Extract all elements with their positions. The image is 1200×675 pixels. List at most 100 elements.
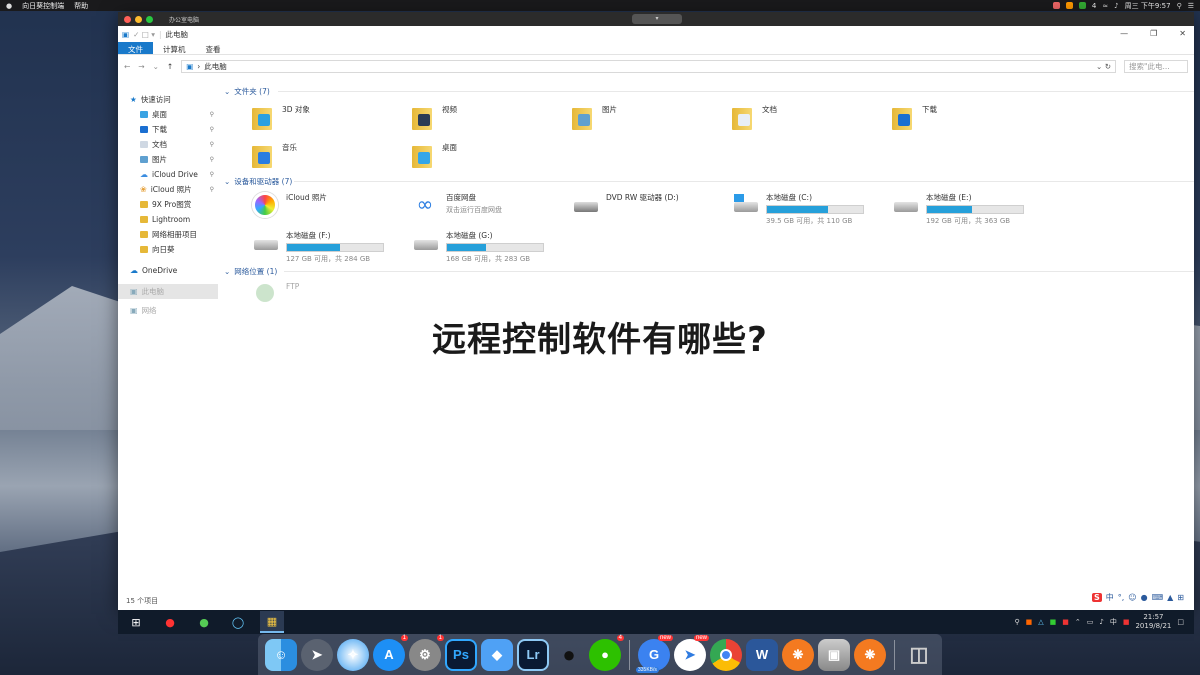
qq-taskbar-icon[interactable]: ●	[158, 611, 182, 633]
chrome-icon[interactable]	[710, 638, 742, 671]
tray-app-icon[interactable]	[1065, 2, 1073, 9]
nav-quick-access[interactable]: ★ 快速访问	[118, 92, 218, 107]
chevron-up-icon[interactable]: ⌃	[1075, 618, 1081, 626]
menubar-clock[interactable]: 周三 下午9:57	[1125, 1, 1171, 11]
folder-3d-objects[interactable]: 3D 对象	[252, 98, 412, 136]
drive-g[interactable]: 本地磁盘 (G:) 168 GB 可用，共 283 GB	[412, 226, 572, 264]
safari-icon[interactable]: ✧	[337, 638, 369, 671]
tray-app-icon[interactable]: ■	[1050, 618, 1057, 626]
icloud-photos-item[interactable]: iCloud 照片	[252, 188, 412, 226]
ime-toolbar[interactable]: S 中 °, ☺ ● ⌨ ▲ ⊞	[1087, 590, 1188, 605]
folder-pictures[interactable]: 图片	[572, 98, 732, 136]
network-monitor-icon[interactable]: Gnew 335KB/s	[636, 634, 673, 673]
tray-app-icon[interactable]: ■	[1062, 618, 1069, 626]
sunflower-control-icon[interactable]: ❋	[854, 638, 886, 671]
breadcrumb-separator-icon[interactable]: ›	[197, 62, 200, 71]
eraser-app-icon[interactable]: ◆	[481, 638, 513, 671]
trash-icon[interactable]: ◫	[903, 639, 935, 671]
toolbar-dropdown-button[interactable]: ▾	[632, 14, 682, 24]
folder-videos[interactable]: 视频	[412, 98, 572, 136]
pin-icon[interactable]: ⚲	[210, 171, 214, 178]
forward-icon[interactable]: →	[138, 62, 144, 71]
taskbar-clock[interactable]: 21:57 2019/8/21	[1135, 613, 1171, 631]
menu-app-name[interactable]: 向日葵控制端	[22, 1, 64, 11]
close-button[interactable]	[124, 15, 131, 23]
messenger-icon[interactable]: ➤ new	[674, 634, 709, 671]
volume-icon[interactable]: ♪	[1114, 2, 1118, 10]
tray-app-icon[interactable]: ■	[1026, 618, 1033, 626]
nav-item-documents[interactable]: 文档 ⚲	[118, 137, 218, 152]
ime-language[interactable]: 中	[1110, 617, 1117, 627]
pin-icon[interactable]: ⚲	[210, 111, 214, 118]
nav-item-desktop[interactable]: 桌面 ⚲	[118, 107, 218, 122]
maximize-icon[interactable]: ❐	[1150, 29, 1157, 38]
menu-help[interactable]: 帮助	[74, 1, 88, 11]
tab-file[interactable]: 文件	[118, 42, 153, 54]
group-header-folders[interactable]: ⌄ 文件夹 (7)	[222, 84, 1194, 98]
nav-item-folder[interactable]: Lightroom	[118, 212, 218, 227]
up-icon[interactable]: ↑	[167, 62, 173, 71]
wifi-icon[interactable]: ≈	[1102, 2, 1108, 10]
nav-onedrive[interactable]: ☁ OneDrive	[118, 263, 218, 278]
qq-icon[interactable]: ●	[553, 639, 585, 671]
dvd-drive-item[interactable]: DVD RW 驱动器 (D:)	[572, 188, 732, 226]
finder-icon[interactable]: ☺	[265, 638, 297, 671]
pin-icon[interactable]: ⚲	[210, 126, 214, 133]
drive-c[interactable]: 本地磁盘 (C:) 39.5 GB 可用，共 110 GB	[732, 188, 892, 226]
browser-taskbar-icon[interactable]: ◯	[226, 611, 250, 633]
sunflower-remote-icon[interactable]: ❋	[782, 638, 814, 671]
quick-access-toolbar[interactable]: ✓ □ ▾	[133, 30, 155, 39]
nav-item-downloads[interactable]: 下载 ⚲	[118, 122, 218, 137]
tab-view[interactable]: 查看	[196, 42, 231, 54]
installer-icon[interactable]: ▣	[818, 638, 850, 671]
mac-window-titlebar[interactable]: 办公室电脑 ▾	[118, 12, 1194, 26]
zoom-button[interactable]	[146, 15, 153, 23]
lightroom-icon[interactable]: Lr	[517, 638, 549, 671]
pin-icon[interactable]: ⚲	[210, 186, 214, 193]
nav-item-folder[interactable]: 向日葵	[118, 242, 218, 257]
photoshop-icon[interactable]: Ps	[445, 638, 477, 671]
drive-e[interactable]: 本地磁盘 (E:) 192 GB 可用，共 363 GB	[892, 188, 1052, 226]
nav-item-pictures[interactable]: 图片 ⚲	[118, 152, 218, 167]
pin-icon[interactable]: ⚲	[210, 141, 214, 148]
wechat-taskbar-icon[interactable]: ●	[192, 611, 216, 633]
sogou-icon[interactable]: ■	[1123, 618, 1130, 626]
file-explorer-taskbar-icon[interactable]: ▦	[260, 611, 284, 633]
folder-documents[interactable]: 文档	[732, 98, 892, 136]
refresh-icon[interactable]: ⌄ ↻	[1096, 62, 1111, 71]
apple-icon[interactable]: ●	[6, 2, 12, 10]
back-icon[interactable]: ←	[124, 62, 130, 71]
folder-music[interactable]: 音乐	[252, 136, 412, 174]
ftp-location[interactable]: FTP	[252, 278, 412, 316]
group-header-network[interactable]: ⌄ 网络位置 (1)	[222, 264, 1194, 278]
nav-this-pc[interactable]: ▣ 此电脑	[118, 284, 218, 299]
recent-dropdown-icon[interactable]: ⌄	[153, 62, 159, 71]
wechat-icon[interactable]: ● 4	[589, 634, 624, 671]
app-store-icon[interactable]: A1	[373, 634, 408, 671]
breadcrumb-this-pc[interactable]: 此电脑	[204, 61, 227, 72]
search-icon[interactable]: ⚲	[1177, 2, 1182, 10]
nav-item-folder[interactable]: 网络相册项目	[118, 227, 218, 242]
volume-icon[interactable]: ♪	[1099, 618, 1103, 626]
network-icon[interactable]: ▭	[1087, 618, 1094, 626]
search-input[interactable]: 搜索"此电...	[1124, 59, 1188, 73]
minimize-button[interactable]	[135, 15, 142, 23]
drive-f[interactable]: 本地磁盘 (F:) 127 GB 可用，共 284 GB	[252, 226, 412, 264]
launchpad-icon[interactable]: ➤	[301, 638, 333, 671]
wechat-tray-icon[interactable]	[1078, 2, 1086, 9]
tab-computer[interactable]: 计算机	[153, 42, 196, 54]
system-preferences-icon[interactable]: ⚙ 1	[409, 634, 444, 671]
people-icon[interactable]: ⚲	[1014, 618, 1019, 626]
address-bar[interactable]: ▣ › 此电脑 ⌄ ↻	[181, 59, 1116, 73]
notification-icon[interactable]: □	[1177, 618, 1184, 626]
nav-item-icloud-photos[interactable]: ❀ iCloud 照片 ⚲	[118, 182, 218, 197]
pin-icon[interactable]: ⚲	[210, 156, 214, 163]
nav-item-folder[interactable]: 9X Pro图赏	[118, 197, 218, 212]
windows-start-icon[interactable]: ⊞	[124, 611, 148, 633]
baidu-netdisk-item[interactable]: ∞ 百度网盘 双击运行百度网盘	[412, 188, 572, 226]
menu-list-icon[interactable]: ☰	[1188, 2, 1194, 10]
folder-desktop[interactable]: 桌面	[412, 136, 572, 174]
minimize-icon[interactable]: —	[1120, 29, 1128, 38]
group-header-devices[interactable]: ⌄ 设备和驱动器 (7)	[222, 174, 1194, 188]
close-icon[interactable]: ✕	[1179, 29, 1186, 38]
